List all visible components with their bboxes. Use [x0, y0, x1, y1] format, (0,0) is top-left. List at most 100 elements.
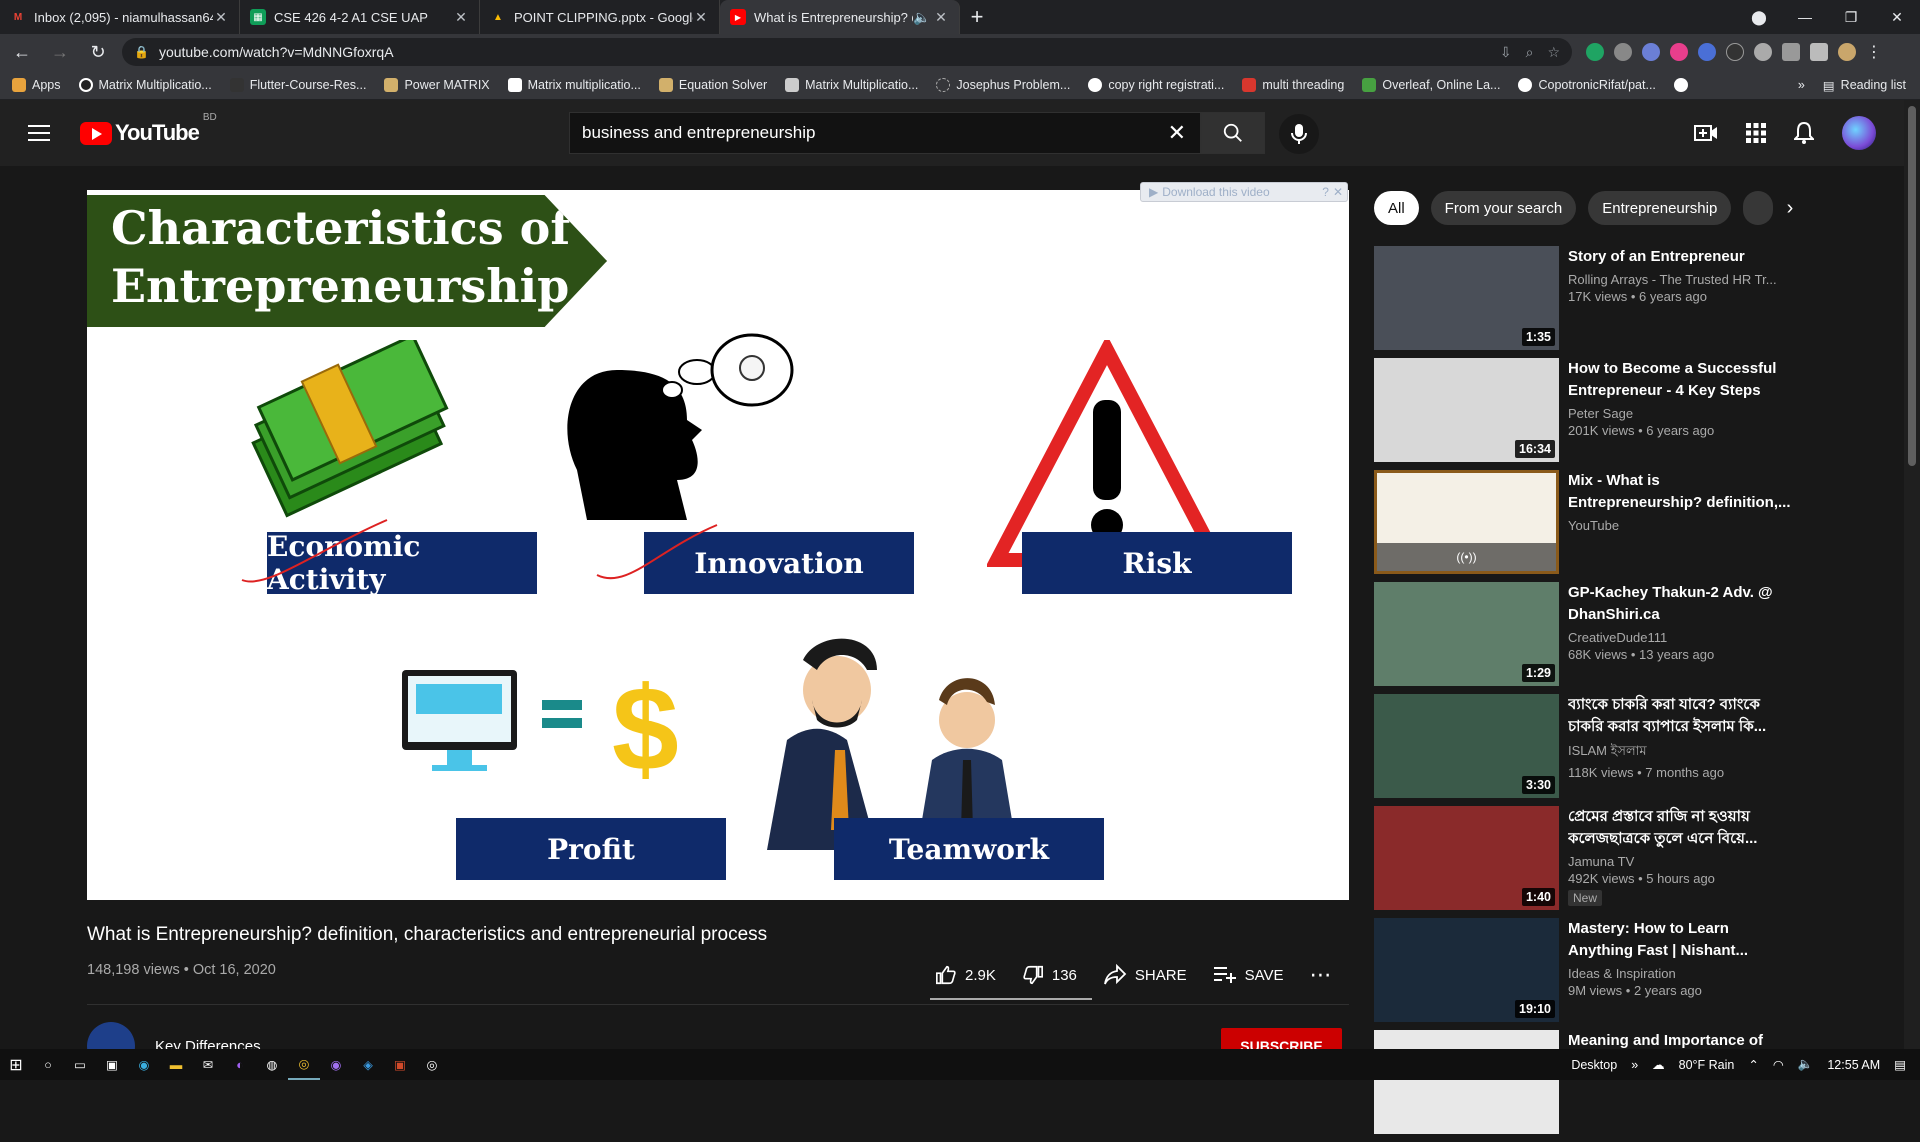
recommendation-item[interactable]: Meaning and Importance of [1374, 1030, 1794, 1142]
speaker-icon[interactable]: 🔈 [913, 9, 930, 26]
weather-icon[interactable]: ☁ [1652, 1057, 1665, 1072]
bookmark-item[interactable]: Flutter-Course-Res... [229, 77, 366, 92]
video-thumbnail[interactable]: ((•)) [1374, 470, 1559, 574]
extension-icon[interactable] [1670, 43, 1688, 61]
vscode-icon[interactable]: ◈ [352, 1049, 384, 1080]
recommendation-title[interactable]: GP-Kachey Thakun-2 Adv. @ DhanShiri.ca [1568, 582, 1794, 626]
recommendation-title[interactable]: Mastery: How to Learn Anything Fast | Ni… [1568, 918, 1794, 962]
recommendation-title[interactable]: ব্যাংকে চাকরি করা যাবে? ব্যাংকে চাকরি কর… [1568, 694, 1794, 738]
search-icon[interactable]: ○ [32, 1049, 64, 1080]
file-explorer-icon[interactable]: ▬ [160, 1049, 192, 1080]
volume-icon[interactable]: 🔈 [1798, 1057, 1814, 1072]
install-icon[interactable]: ⇩ [1500, 44, 1512, 61]
create-video-icon[interactable] [1694, 123, 1718, 143]
bookmark-item[interactable]: CopotronicRifat/pat... [1518, 77, 1656, 92]
close-overlay-icon[interactable]: ✕ [1333, 185, 1343, 199]
media-icon[interactable] [1810, 43, 1828, 61]
recommendation-channel[interactable]: YouTube [1568, 518, 1794, 533]
profile-avatar-icon[interactable] [1838, 43, 1856, 61]
recommendation-channel[interactable]: Jamuna TV [1568, 854, 1794, 869]
search-input[interactable]: business and entrepreneurship ✕ [569, 112, 1201, 154]
close-tab-icon[interactable]: ✕ [213, 9, 229, 26]
address-bar[interactable]: 🔒 youtube.com/watch?v=MdNNGfoxrqA ⇩ ⌕ ☆ [122, 38, 1572, 66]
video-thumbnail[interactable]: 3:30 [1374, 694, 1559, 798]
notifications-bell-icon[interactable] [1794, 122, 1814, 144]
download-video-overlay[interactable]: ▶ Download this video ? ✕ [1140, 182, 1348, 202]
new-tab-button[interactable]: + [960, 0, 994, 34]
powerpoint-icon[interactable]: ▣ [384, 1049, 416, 1080]
chip-from-your-search[interactable]: From your search [1430, 191, 1577, 225]
bookmark-item[interactable] [1673, 77, 1694, 92]
clear-search-icon[interactable]: ✕ [1168, 120, 1186, 146]
apps-grid-icon[interactable] [1746, 123, 1766, 143]
voice-search-button[interactable] [1279, 114, 1319, 154]
zoom-icon[interactable]: ⌕ [1526, 44, 1534, 61]
pen-extension-icon[interactable] [1754, 43, 1772, 61]
recommendation-channel[interactable]: Rolling Arrays - The Trusted HR Tr... [1568, 272, 1794, 287]
bookmark-apps[interactable]: Apps [12, 77, 61, 92]
recommendation-item[interactable]: 1:29 GP-Kachey Thakun-2 Adv. @ DhanShiri.… [1374, 582, 1794, 694]
bookmark-item[interactable]: multi threading [1242, 77, 1344, 92]
recommendation-channel[interactable]: CreativeDude111 [1568, 630, 1794, 645]
recommendation-title[interactable]: Mix - What is Entrepreneurship? definiti… [1568, 470, 1794, 514]
recommendation-item[interactable]: 16:34 How to Become a Successful Entrepre… [1374, 358, 1794, 470]
chevron-more-icon[interactable]: » [1631, 1058, 1638, 1072]
recommendation-channel[interactable]: ISLAM ইসলাম [1568, 742, 1794, 763]
puzzle-icon[interactable] [1782, 43, 1800, 61]
like-button[interactable]: 2.9K [935, 964, 996, 986]
recommendation-item[interactable]: 1:40 প্রেমের প্রস্তাবে রাজি না হওয়ায় কল… [1374, 806, 1794, 918]
extension-icon[interactable] [1642, 43, 1660, 61]
chevron-right-icon[interactable]: › [1778, 196, 1802, 220]
scrollbar-thumb[interactable] [1908, 106, 1916, 466]
bookmark-item[interactable]: Matrix Multiplicatio... [785, 77, 918, 92]
back-icon[interactable]: ← [6, 36, 38, 68]
windows-start-icon[interactable]: ⊞ [0, 1049, 32, 1080]
browser-tab-youtube[interactable]: ▶ What is Entrepreneurship? d 🔈 ✕ [720, 0, 960, 34]
help-icon[interactable]: ? [1322, 185, 1329, 199]
user-avatar[interactable] [1842, 116, 1876, 150]
hamburger-menu-icon[interactable] [28, 125, 50, 141]
video-thumbnail[interactable]: 16:34 [1374, 358, 1559, 462]
recommendation-title[interactable]: How to Become a Successful Entrepreneur … [1568, 358, 1794, 402]
video-thumbnail[interactable]: 19:10 [1374, 918, 1559, 1022]
tray-up-icon[interactable]: ⌃ [1748, 1057, 1758, 1072]
app-icon[interactable]: ◎ [416, 1049, 448, 1080]
bookmark-item[interactable]: Overleaf, Online La... [1362, 77, 1500, 92]
video-thumbnail[interactable]: 1:40 [1374, 806, 1559, 910]
browser-tab-gmail[interactable]: M Inbox (2,095) - niamulhassan64@ ✕ [0, 0, 240, 34]
notifications-icon[interactable]: ▤ [1894, 1057, 1906, 1072]
more-actions-icon[interactable]: ⋯ [1309, 962, 1332, 988]
page-scrollbar[interactable] [1904, 100, 1920, 1049]
save-button[interactable]: SAVE [1213, 965, 1283, 985]
minimize-icon[interactable]: — [1782, 0, 1828, 34]
bookmark-star-icon[interactable]: ☆ [1547, 44, 1560, 61]
weather-text[interactable]: 80°F Rain [1679, 1058, 1735, 1072]
camera-extension-icon[interactable] [1614, 43, 1632, 61]
network-icon[interactable]: ◠ [1773, 1057, 1784, 1072]
video-thumbnail[interactable]: 1:29 [1374, 582, 1559, 686]
dislike-button[interactable]: 136 [1022, 964, 1077, 986]
reading-list-button[interactable]: » ▤ Reading list [1798, 70, 1906, 100]
task-view-icon[interactable]: ▭ [64, 1049, 96, 1080]
extension-icon[interactable] [1586, 43, 1604, 61]
desktop-toolbar-label[interactable]: Desktop [1571, 1058, 1617, 1072]
chip-all[interactable]: All [1374, 191, 1419, 225]
share-button[interactable]: SHARE [1103, 964, 1187, 986]
recommendation-item[interactable]: 19:10 Mastery: How to Learn Anything Fast… [1374, 918, 1794, 1030]
edge-icon[interactable]: ◉ [128, 1049, 160, 1080]
chrome-icon[interactable]: ◎ [288, 1049, 320, 1080]
profile-menu-icon[interactable]: ⬤ [1736, 0, 1782, 34]
recommendation-title[interactable]: প্রেমের প্রস্তাবে রাজি না হওয়ায় কলেজছা… [1568, 806, 1794, 850]
video-player[interactable]: Characteristics of Entrepreneurship Econ… [87, 190, 1349, 900]
more-vert-icon[interactable]: ⋮ [1866, 42, 1882, 62]
chip-next-partial[interactable] [1743, 191, 1774, 225]
bookmark-item[interactable]: Equation Solver [658, 77, 767, 92]
browser-tab-sheets[interactable]: ▦ CSE 426 4-2 A1 CSE UAP ✕ [240, 0, 480, 34]
recommendation-channel[interactable]: Ideas & Inspiration [1568, 966, 1794, 981]
github-desktop-icon[interactable]: ◉ [320, 1049, 352, 1080]
recommendation-item[interactable]: 3:30 ব্যাংকে চাকরি করা যাবে? ব্যাংকে চাকর… [1374, 694, 1794, 806]
video-thumbnail[interactable]: 1:35 [1374, 246, 1559, 350]
chevron-more-icon[interactable]: » [1798, 78, 1805, 92]
bookmark-item[interactable]: Josephus Problem... [936, 77, 1070, 92]
mail-icon[interactable]: ✉ [192, 1049, 224, 1080]
